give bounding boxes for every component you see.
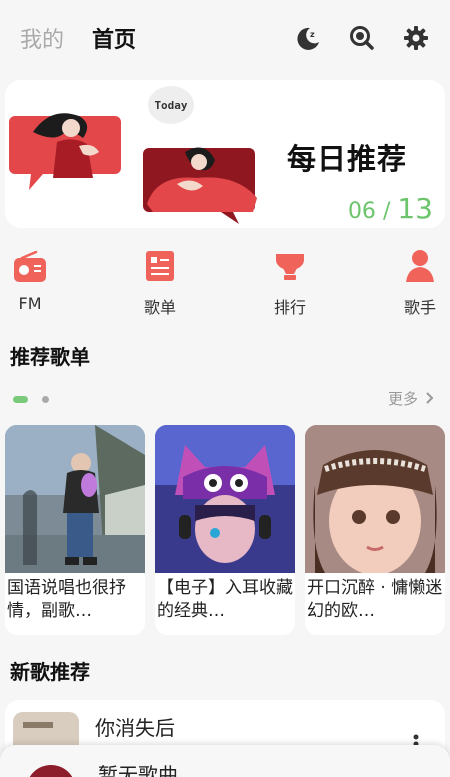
tab-mine[interactable]: 我的 <box>20 22 64 54</box>
gear-icon[interactable] <box>402 24 430 52</box>
playlist-title: 开口沉醉 · 慵懒迷幻的欧… <box>307 578 443 621</box>
chevron-right-icon <box>426 390 434 408</box>
playlist-card[interactable]: 开口沉醉 · 慵懒迷幻的欧… <box>305 425 445 635</box>
more-label: 更多 <box>387 390 418 408</box>
mini-player-cover <box>26 765 76 777</box>
date-month: 06 <box>347 199 376 224</box>
moon-icon[interactable]: z <box>294 24 322 52</box>
quicknav-singer-label: 歌手 <box>403 298 436 317</box>
indicator-dot <box>42 396 49 403</box>
daily-date: 06 / 13 <box>348 192 433 225</box>
quick-nav: FM 歌单 排行 歌手 <box>0 240 450 320</box>
playlist-cover <box>5 425 145 573</box>
quicknav-fm-label: FM <box>18 294 42 313</box>
section-title-recommend: 推荐歌单 <box>10 345 90 369</box>
playlist-title: 【电子】入耳收藏的经典… <box>157 578 293 621</box>
svg-text:z: z <box>310 30 315 39</box>
radio-icon <box>12 248 48 284</box>
playlist-cover <box>155 425 295 573</box>
song-name: 你消失后 <box>95 716 175 740</box>
playlist-cover <box>305 425 445 573</box>
trophy-icon <box>272 248 308 284</box>
date-day: 13 <box>397 192 433 225</box>
playlist-title: 国语说唱也很抒情，副歌… <box>7 578 126 621</box>
tab-home[interactable]: 首页 <box>92 22 136 54</box>
quicknav-playlist-label: 歌单 <box>143 298 176 317</box>
quicknav-rank[interactable]: 排行 <box>255 240 325 318</box>
singer-icon <box>402 248 438 284</box>
top-bar: 我的 首页 z <box>0 0 450 76</box>
quicknav-playlist[interactable]: 歌单 <box>125 240 195 318</box>
mini-player-title: 暂无歌曲 <box>98 763 178 777</box>
section-title-new-songs: 新歌推荐 <box>10 660 90 684</box>
playlist-card[interactable]: 【电子】入耳收藏的经典… <box>155 425 295 635</box>
indicator-active <box>13 396 28 403</box>
daily-title: 每日推荐 <box>286 142 407 176</box>
playlist-card[interactable]: 国语说唱也很抒情，副歌… <box>5 425 145 635</box>
playlist-icon <box>142 248 178 284</box>
quicknav-fm[interactable]: FM <box>0 240 65 313</box>
quicknav-rank-label: 排行 <box>273 298 306 317</box>
search-icon[interactable] <box>348 24 376 52</box>
carousel-indicator <box>13 396 49 403</box>
quicknav-singer[interactable]: 歌手 <box>385 240 450 318</box>
date-separator: / <box>382 199 391 224</box>
mini-player[interactable]: 暂无歌曲 <box>0 745 450 777</box>
more-button[interactable]: 更多 <box>388 388 434 409</box>
daily-illustration <box>9 113 257 224</box>
daily-recommend-card[interactable]: Today 每日推荐 06 / 13 <box>5 80 445 228</box>
today-badge: Today <box>148 86 194 124</box>
